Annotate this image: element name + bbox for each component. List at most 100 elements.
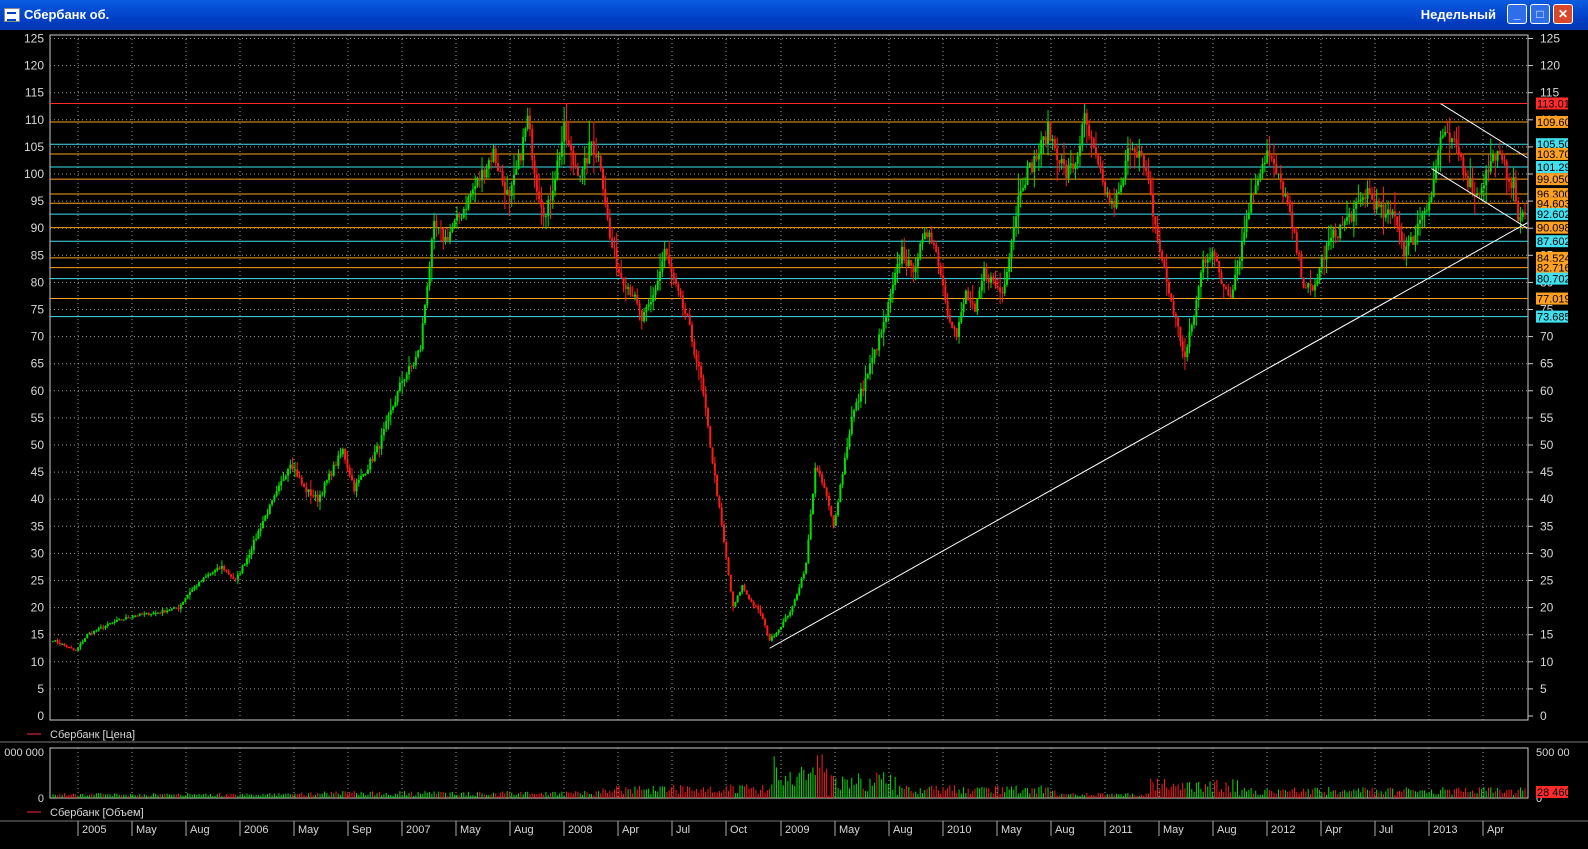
candle-body: [1521, 212, 1524, 218]
interval-label[interactable]: Недельный: [1421, 7, 1496, 22]
time-label: 2009: [785, 824, 809, 836]
candle-body: [1069, 163, 1072, 166]
candle-body: [152, 613, 155, 615]
price-tick-left: 15: [31, 628, 45, 642]
candle-body: [1067, 165, 1070, 179]
candle-body: [1286, 193, 1289, 203]
candle-body: [261, 521, 264, 529]
candle-body: [627, 287, 630, 289]
level-label: 109.60: [1537, 117, 1571, 129]
maximize-icon[interactable]: □: [1530, 4, 1550, 24]
candle-body: [677, 283, 680, 291]
candle-body: [1172, 301, 1175, 314]
candle-body: [1341, 224, 1344, 226]
candle-body: [1010, 241, 1013, 259]
candle-body: [686, 314, 689, 316]
price-tick-left: 60: [31, 384, 45, 398]
candle-body: [1033, 155, 1036, 173]
candle-body: [1044, 136, 1047, 145]
candle-body: [1496, 150, 1499, 161]
candle-body: [426, 286, 429, 306]
volume-tick-right: 500 00: [1536, 747, 1570, 759]
candle-body: [764, 619, 767, 626]
candle-body: [291, 464, 294, 470]
time-label: Apr: [1487, 824, 1504, 836]
candle-body: [709, 426, 712, 448]
candle-body: [798, 587, 801, 595]
candle-body: [280, 481, 283, 486]
window-titlebar[interactable]: Сбербанк об. Недельный _ □ ✕: [0, 0, 1588, 30]
candle-body: [344, 448, 347, 460]
candle-body: [1065, 164, 1068, 179]
candle-body: [859, 388, 862, 402]
candle-body: [202, 577, 205, 582]
candle-body: [216, 567, 219, 571]
candle-body: [542, 207, 545, 217]
candle-body: [590, 141, 593, 143]
candle-body: [414, 356, 417, 366]
candle-body: [882, 321, 885, 333]
candle-body: [1291, 211, 1294, 228]
candle-body: [1519, 217, 1522, 221]
candle-body: [602, 168, 605, 189]
candle-body: [378, 446, 381, 449]
candle-body: [884, 317, 887, 322]
candle-body: [1450, 138, 1453, 143]
candle-body: [362, 473, 365, 476]
candle-body: [220, 566, 223, 569]
candle-body: [640, 310, 643, 322]
close-icon[interactable]: ✕: [1553, 4, 1573, 24]
candle-body: [1414, 235, 1417, 245]
candle-body: [145, 612, 148, 614]
candle-body: [1081, 123, 1084, 146]
candle-body: [948, 314, 951, 322]
candle-body: [652, 295, 655, 303]
price-tick-left: 50: [31, 438, 45, 452]
candle-body: [1174, 313, 1177, 318]
candle-body: [1104, 181, 1107, 194]
price-chart[interactable]: 0 05 510 1015 1520 2025 2530 3035 3540 4045 4550 50…: [0, 30, 1588, 849]
candle-body: [1060, 158, 1063, 164]
candle-body: [1343, 221, 1346, 226]
price-tick-left: 5: [37, 682, 44, 696]
candle-body: [1204, 259, 1207, 263]
candle-body: [1090, 136, 1093, 138]
candle-body: [560, 142, 563, 157]
price-tick-left: 95: [31, 194, 45, 208]
candle-body: [889, 293, 892, 303]
candle-body: [323, 482, 326, 494]
candle-body: [204, 576, 207, 578]
price-tick-right: 0: [1540, 709, 1547, 723]
candle-body: [1446, 131, 1449, 133]
candle-body: [1213, 252, 1216, 257]
candle-body: [284, 475, 287, 480]
candle-body: [245, 558, 248, 565]
candle-body: [1439, 137, 1442, 151]
candle-body: [814, 467, 817, 494]
candle-body: [1323, 256, 1326, 260]
candle-body: [919, 243, 922, 259]
candle-body: [592, 141, 595, 154]
candle-body: [791, 606, 794, 613]
candle-body: [287, 468, 290, 476]
candle-body: [1243, 232, 1246, 242]
candle-body: [510, 184, 513, 197]
candle-body: [672, 272, 675, 280]
candle-body: [1017, 196, 1020, 217]
candle-body: [337, 455, 340, 466]
price-tick-right: 120: [1540, 59, 1560, 73]
candle-body: [681, 295, 684, 309]
candle-body: [72, 648, 75, 650]
candle-body: [392, 406, 395, 411]
candle-body: [104, 625, 107, 629]
candle-body: [921, 239, 924, 244]
candle-body: [439, 227, 442, 229]
candle-body: [449, 231, 452, 241]
candle-body: [857, 401, 860, 403]
candle-body: [188, 591, 191, 595]
candle-body: [471, 189, 474, 195]
candle-body: [531, 129, 534, 161]
minimize-icon[interactable]: _: [1507, 4, 1527, 24]
candle-body: [748, 594, 751, 600]
candle-body: [784, 617, 787, 622]
